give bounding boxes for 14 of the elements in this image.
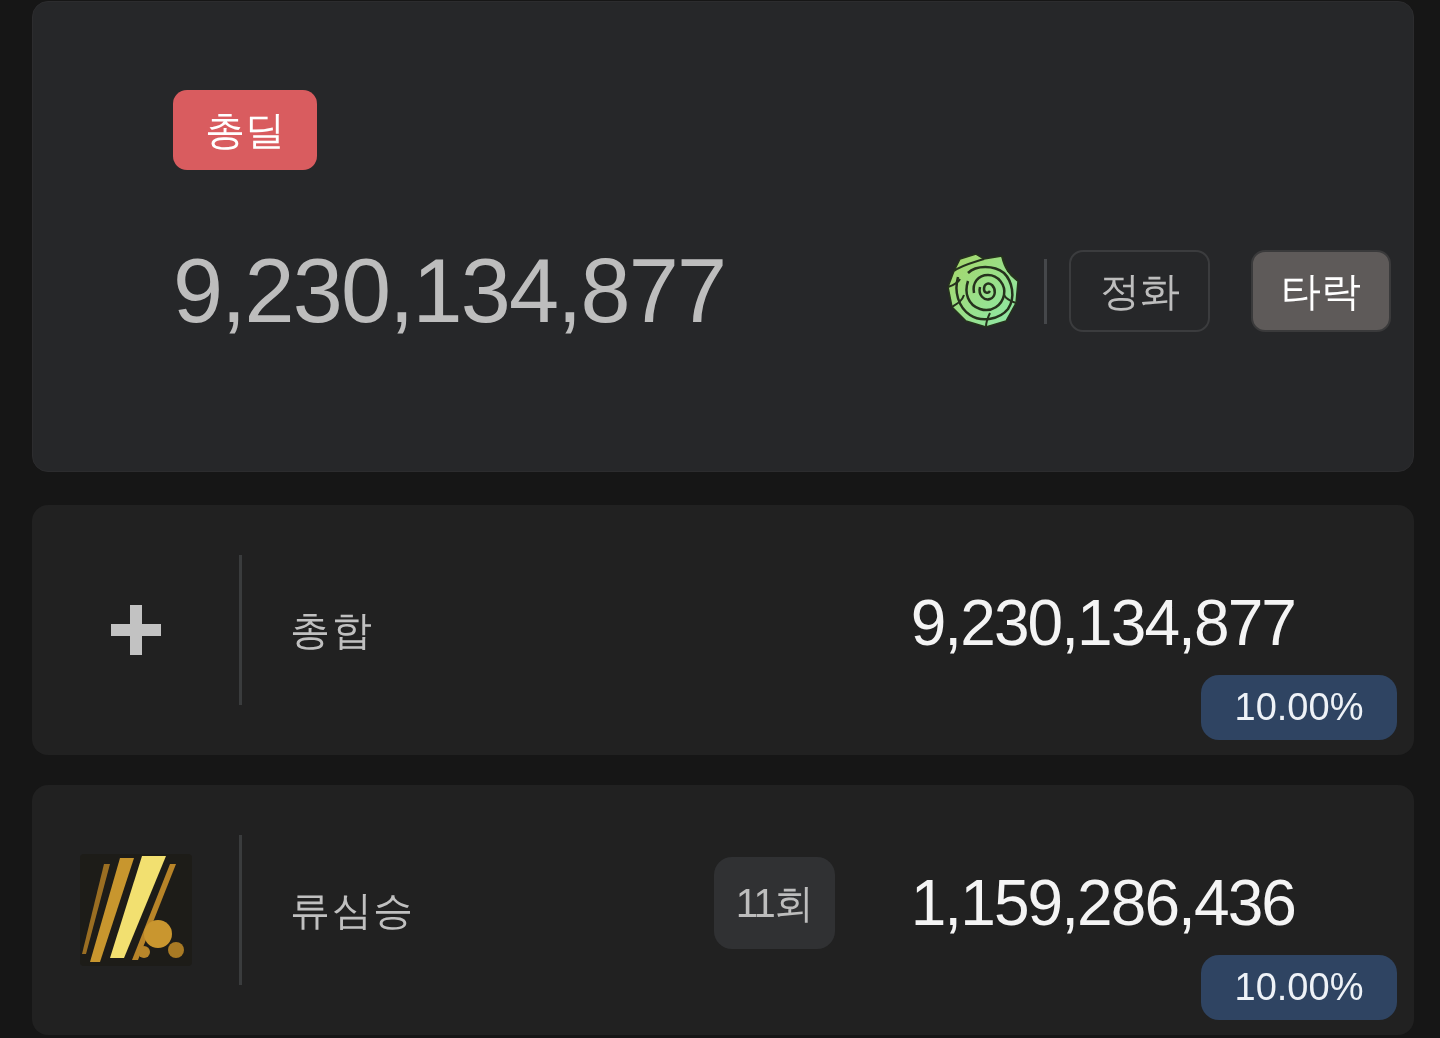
total-damage-value: 9,230,134,877 — [173, 246, 726, 336]
total-damage-badge: 총딜 — [173, 90, 317, 170]
row-label: 류심승 — [290, 887, 415, 934]
diagonal-streaks-icon — [79, 854, 192, 966]
rose-icon — [946, 251, 1022, 331]
damage-value: 1,159,286,436 — [910, 871, 1295, 935]
mode-toggle-button[interactable]: 타락 — [1251, 250, 1391, 332]
row-label: 총합 — [290, 607, 374, 654]
share-percent-badge: 10.00% — [1201, 955, 1397, 1020]
hit-count-chip: 11회 — [713, 857, 835, 949]
mode-toggle-button[interactable]: 정화 — [1069, 250, 1210, 332]
share-percent-badge: 10.00% — [1201, 675, 1397, 740]
damage-value: 9,230,134,877 — [910, 591, 1295, 655]
plus-icon — [110, 605, 161, 655]
